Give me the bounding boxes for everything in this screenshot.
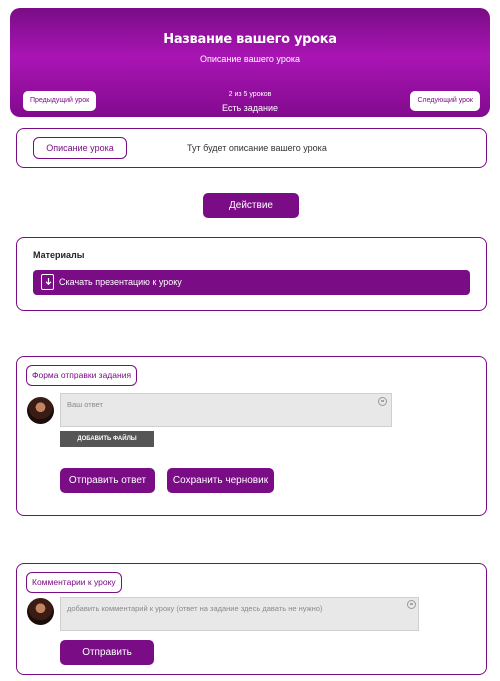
materials-title: Материалы (33, 250, 85, 260)
comments-section: Комментарии к уроку добавить комментарий… (16, 563, 487, 675)
submission-form-title: Форма отправки задания (26, 365, 138, 386)
send-answer-button[interactable]: Отправить ответ (60, 468, 155, 493)
add-files-button[interactable]: ДОБАВИТЬ ФАЙЛЫ (60, 431, 154, 447)
emoji-icon[interactable] (378, 397, 387, 406)
download-label: Скачать презентацию к уроку (59, 277, 182, 287)
lesson-description-text: Тут будет описание вашего урока (187, 143, 327, 153)
next-lesson-button[interactable]: Следующий урок (410, 91, 480, 111)
avatar (27, 598, 54, 625)
emoji-icon[interactable] (407, 600, 416, 609)
comments-title: Комментарии к уроку (26, 572, 122, 593)
lesson-description-button[interactable]: Описание урока (33, 137, 127, 159)
lesson-header: Название вашего урока Описание вашего ур… (10, 8, 490, 117)
comment-input[interactable]: добавить комментарий к уроку (ответ на з… (60, 597, 419, 631)
description-card: Описание урока Тут будет описание вашего… (16, 128, 487, 168)
save-draft-button[interactable]: Сохранить черновик (167, 468, 274, 493)
download-presentation-button[interactable]: Скачать презентацию к уроку (33, 270, 470, 295)
send-comment-button[interactable]: Отправить (60, 640, 154, 665)
comment-placeholder: добавить комментарий к уроку (ответ на з… (67, 604, 323, 613)
lesson-subtitle: Описание вашего урока (200, 54, 300, 64)
submission-form: Форма отправки задания Ваш ответ ДОБАВИТ… (16, 356, 487, 516)
avatar (27, 397, 54, 424)
action-button[interactable]: Действие (203, 193, 299, 218)
lesson-title: Название вашего урока (163, 32, 337, 47)
answer-input[interactable]: Ваш ответ (60, 393, 392, 427)
download-icon (41, 274, 54, 290)
materials-card: Материалы Скачать презентацию к уроку (16, 237, 487, 311)
answer-placeholder: Ваш ответ (67, 400, 103, 409)
